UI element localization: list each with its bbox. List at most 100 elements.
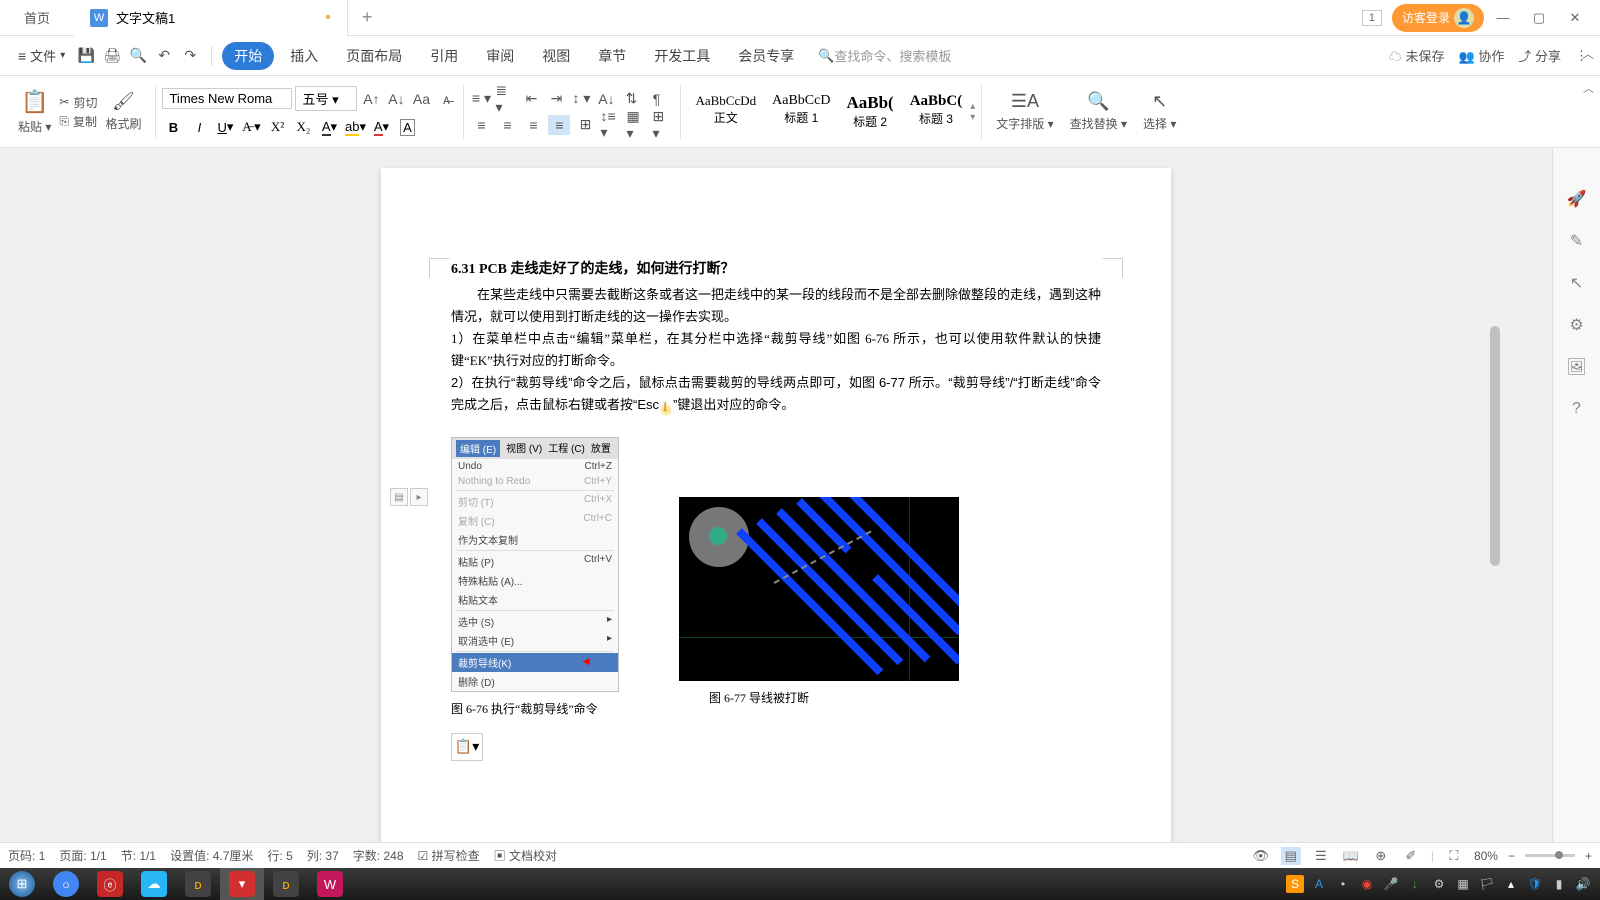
float-more-icon[interactable]: ▸ [410, 488, 428, 506]
para-dist-icon[interactable]: ⇅ [620, 89, 642, 109]
tab-view[interactable]: 视图 [530, 42, 582, 70]
style-body[interactable]: AaBbCcDd 正文 [687, 91, 764, 132]
italic-button[interactable]: I [188, 117, 210, 137]
eye-icon[interactable]: 👁 [1251, 847, 1271, 865]
status-page-number[interactable]: 页码: 1 [8, 847, 45, 864]
status-spellcheck[interactable]: ☑ 拼写检查 [418, 847, 480, 864]
save-icon[interactable]: 💾 [75, 45, 97, 67]
scroll-thumb[interactable] [1490, 326, 1500, 566]
tray-down-icon[interactable]: ↓ [1406, 875, 1424, 893]
align-center-icon[interactable]: ≡ [496, 115, 518, 135]
expand-up-icon[interactable]: ︿ [1582, 45, 1594, 62]
unsaved-indicator[interactable]: ☁ 未保存 [1389, 46, 1445, 65]
image-icon[interactable]: 🖼 [1566, 356, 1588, 378]
indent-icon[interactable]: ⇥ [545, 89, 567, 109]
help-icon[interactable]: ? [1566, 398, 1588, 420]
tray-dot-icon[interactable]: • [1334, 875, 1352, 893]
task-app4[interactable]: ᴅ [264, 868, 308, 900]
tab-start[interactable]: 开始 [222, 42, 274, 70]
line-height-icon[interactable]: ↕ ▾ [570, 89, 592, 109]
tab-review[interactable]: 审阅 [474, 42, 526, 70]
collab-button[interactable]: 👥 协作 [1459, 46, 1505, 65]
page[interactable]: 6.31 PCB 走线走好了的走线，如何进行打断？ 在某些走线中只需要去截断这条… [381, 168, 1171, 868]
undo-icon[interactable]: ↶ [153, 45, 175, 67]
cursor-tool-icon[interactable]: ↖ [1566, 272, 1588, 294]
style-h1[interactable]: AaBbCcD 标题 1 [764, 91, 838, 132]
format-painter-button[interactable]: 格式刷 [105, 115, 141, 132]
shrink-font-icon[interactable]: A↓ [385, 89, 407, 109]
tab-devtools[interactable]: 开发工具 [642, 42, 722, 70]
tab-document[interactable]: W 文字文稿1 • [74, 0, 348, 36]
tray-a-icon[interactable]: A [1310, 875, 1328, 893]
tab-member[interactable]: 会员专享 [726, 42, 806, 70]
zoom-out-icon[interactable]: − [1508, 849, 1515, 863]
page-view-icon[interactable]: ▤ [1281, 847, 1301, 865]
status-setvalue[interactable]: 设置值: 4.7厘米 [170, 847, 253, 864]
tab-chapter[interactable]: 章节 [586, 42, 638, 70]
cut-button[interactable]: ✂ 剪切 [59, 94, 97, 111]
tray-sound-icon[interactable]: 🔊 [1574, 875, 1592, 893]
tray-mic-icon[interactable]: 🎤 [1382, 875, 1400, 893]
tray-rec-icon[interactable]: ◉ [1358, 875, 1376, 893]
redo-icon[interactable]: ↷ [179, 45, 201, 67]
new-tab-button[interactable]: + [348, 7, 387, 28]
linespacing-icon[interactable]: ↕≡ ▾ [600, 115, 622, 135]
collapse-ribbon-icon[interactable]: ︿ [1583, 80, 1594, 96]
font-color-button[interactable]: A ▾ [370, 117, 392, 137]
status-proofread[interactable]: ▣ 文档校对 [494, 847, 557, 864]
style-h3[interactable]: AaBbC( 标题 3 [902, 91, 971, 132]
strike-button[interactable]: A̶ ▾ [240, 117, 262, 137]
window-count[interactable]: 1 [1362, 10, 1382, 26]
tray-sogou-icon[interactable]: S [1286, 875, 1304, 893]
float-toolbar[interactable]: ▤ ▸ [390, 488, 428, 506]
paste-icon[interactable]: 📋 [21, 89, 48, 115]
status-words[interactable]: 字数: 248 [353, 847, 404, 864]
paste-options-icon[interactable]: 📋▾ [451, 733, 483, 761]
outdent-icon[interactable]: ⇤ [520, 89, 542, 109]
file-menu[interactable]: ≡ 文件 ▾ [12, 44, 71, 67]
tray-box-icon[interactable]: ▦ [1454, 875, 1472, 893]
superscript-button[interactable]: X² [266, 117, 288, 137]
paste-button[interactable]: 粘贴 ▾ [18, 118, 51, 135]
task-netease[interactable]: ⓔ [88, 868, 132, 900]
tab-home[interactable]: 首页 [0, 0, 74, 36]
status-col[interactable]: 列: 37 [307, 847, 339, 864]
tab-layout[interactable]: 页面布局 [334, 42, 414, 70]
tab-insert[interactable]: 插入 [278, 42, 330, 70]
login-badge[interactable]: 访客登录 👤 [1392, 4, 1484, 32]
maximize-button[interactable]: ▢ [1522, 4, 1556, 32]
print-icon[interactable]: 🖨 [101, 45, 123, 67]
char-border-button[interactable]: A [396, 117, 418, 137]
brush-icon[interactable]: 🖌 [112, 91, 135, 112]
search-box[interactable]: 🔍 查找命令、搜索模板 [818, 46, 951, 65]
close-button[interactable]: ✕ [1558, 4, 1592, 32]
preview-icon[interactable]: 🔍 [127, 45, 149, 67]
number-list-icon[interactable]: ≣ ▾ [495, 89, 517, 109]
status-page-of[interactable]: 页面: 1/1 [59, 847, 106, 864]
clear-format-icon[interactable]: ᴀ̶ [435, 89, 457, 109]
distribute-icon[interactable]: ⊞ [574, 115, 596, 135]
find-replace-button[interactable]: 🔍 查找替换 ▾ [1062, 91, 1135, 132]
align-left-icon[interactable]: ≡ [470, 115, 492, 135]
settings-icon[interactable]: ⚙ [1566, 314, 1588, 336]
style-h2[interactable]: AaBb( 标题 2 [838, 91, 901, 132]
sort-icon[interactable]: A↓ [595, 89, 617, 109]
align-justify-icon[interactable]: ≡ [548, 115, 570, 135]
tray-battery-icon[interactable]: ▮ [1550, 875, 1568, 893]
tray-gear-icon[interactable]: ⚙ [1430, 875, 1448, 893]
shading-icon[interactable]: ▦ ▾ [626, 115, 648, 135]
show-marks-icon[interactable]: ¶ [645, 89, 667, 109]
select-button[interactable]: ↖ 选择 ▾ [1135, 91, 1184, 132]
tray-up-icon[interactable]: ▴ [1502, 875, 1520, 893]
scrollbar[interactable] [1488, 316, 1502, 818]
font-size-select[interactable]: 五号 ▾ [295, 86, 357, 111]
style-scroll[interactable]: ▴▾ [970, 91, 975, 132]
outline-view-icon[interactable]: ☰ [1311, 847, 1331, 865]
task-app1[interactable]: ☁ [132, 868, 176, 900]
rocket-icon[interactable]: 🚀 [1566, 188, 1588, 210]
highlight-button[interactable]: ab ▾ [344, 117, 366, 137]
start-button[interactable]: ⊞ [0, 868, 44, 900]
copy-button[interactable]: ⎘ 复制 [59, 113, 97, 130]
underline-button[interactable]: U ▾ [214, 117, 236, 137]
subscript-button[interactable]: X₂ [292, 117, 314, 137]
